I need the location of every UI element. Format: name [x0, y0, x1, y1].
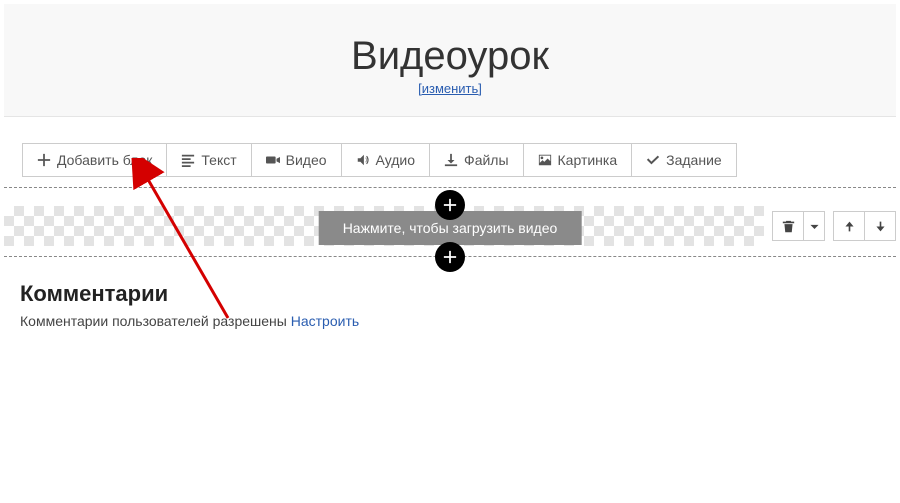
- delete-button[interactable]: [772, 211, 804, 241]
- image-button[interactable]: Картинка: [523, 143, 633, 177]
- comments-status-text: Комментарии пользователей разрешены: [20, 313, 291, 329]
- plus-icon: [37, 153, 51, 167]
- audio-label: Аудио: [376, 152, 416, 168]
- comments-configure-link[interactable]: Настроить: [291, 313, 359, 329]
- video-label: Видео: [286, 152, 327, 168]
- comments-heading: Комментарии: [20, 281, 900, 307]
- video-camera-icon: [266, 153, 280, 167]
- delete-group: [772, 211, 825, 241]
- check-icon: [646, 153, 660, 167]
- task-button[interactable]: Задание: [631, 143, 737, 177]
- volume-icon: [356, 153, 370, 167]
- page-title: Видеоурок: [4, 34, 896, 79]
- align-left-icon: [181, 153, 195, 167]
- text-label: Текст: [201, 152, 236, 168]
- video-button[interactable]: Видео: [251, 143, 342, 177]
- move-group: [833, 211, 896, 241]
- download-icon: [444, 153, 458, 167]
- block-controls: [772, 211, 896, 241]
- insert-before-button[interactable]: [435, 190, 465, 220]
- image-icon: [538, 153, 552, 167]
- insert-after-button[interactable]: [435, 242, 465, 272]
- comments-status-line: Комментарии пользователей разрешены Наст…: [20, 313, 900, 329]
- add-block-button[interactable]: Добавить блок: [22, 143, 167, 177]
- separator: [4, 187, 896, 188]
- move-up-button[interactable]: [833, 211, 865, 241]
- text-button[interactable]: Текст: [166, 143, 251, 177]
- header-band: Видеоурок изменить: [4, 4, 896, 117]
- audio-button[interactable]: Аудио: [341, 143, 431, 177]
- add-block-label: Добавить блок: [57, 152, 152, 168]
- move-down-button[interactable]: [864, 211, 896, 241]
- files-label: Файлы: [464, 152, 508, 168]
- task-label: Задание: [666, 152, 722, 168]
- delete-dropdown[interactable]: [803, 211, 825, 241]
- image-label: Картинка: [558, 152, 618, 168]
- change-link[interactable]: изменить: [418, 81, 482, 96]
- comments-section: Комментарии Комментарии пользователей ра…: [20, 281, 900, 329]
- files-button[interactable]: Файлы: [429, 143, 523, 177]
- toolbar: Добавить блок Текст Видео Аудио Файлы Ка…: [22, 143, 900, 177]
